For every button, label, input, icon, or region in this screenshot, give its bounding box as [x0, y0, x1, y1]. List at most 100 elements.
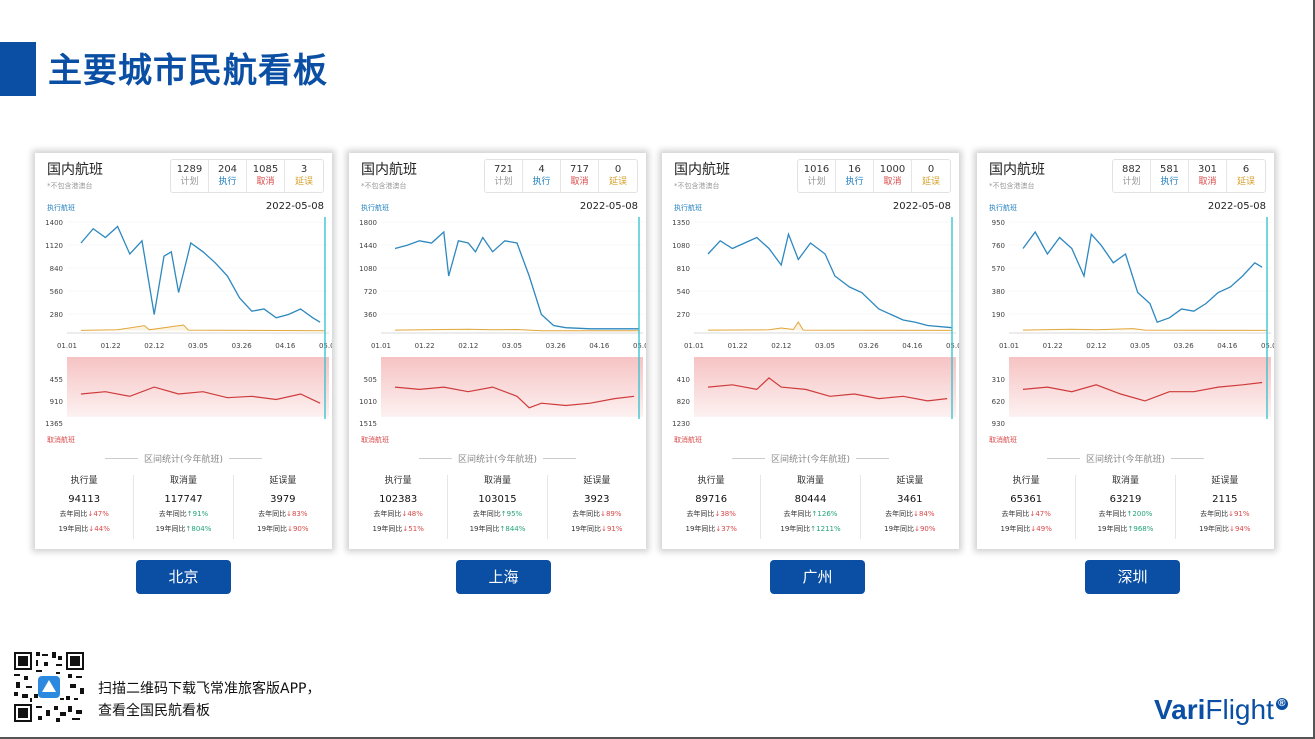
- y-tick-top: 810: [677, 265, 690, 273]
- yoy-label: 去年同比: [1098, 510, 1127, 518]
- city-card-2: 国内航班 *不包含港澳台 1016 计划 16 执行 1000 取消 0 延误 执行航班…: [662, 153, 959, 549]
- cancel-flights-label: 取消航班: [674, 436, 702, 444]
- qr-code[interactable]: [12, 650, 86, 724]
- flight-trend-chart: 950 760 570 380 190 01.01 01.22 02.12 03.05 03.26…: [992, 217, 1274, 428]
- stat-plan: 721 计划: [485, 160, 523, 192]
- flight-trend-chart: 1800 1440 1080 720 360 01.01 01.22 02.12 03.05 03…: [359, 217, 646, 428]
- y-tick-top: 950: [992, 219, 1005, 227]
- x-tick: 03.26: [546, 342, 567, 350]
- cancel-area-bg: [694, 357, 956, 417]
- cancel-flights-label: 取消航班: [361, 436, 389, 444]
- x-tick: 03.05: [188, 342, 208, 350]
- metric-yoy: 去年同比↓84%: [861, 507, 959, 522]
- cancel-flights-label: 取消航班: [989, 436, 1017, 444]
- stat-exec-value: 4: [538, 164, 545, 175]
- stat-cancel: 301 取消: [1189, 160, 1227, 192]
- stat-delay-value: 0: [614, 164, 622, 175]
- range-metrics: 执行量 94113 去年同比↓47% 19年同比↓44% 取消量 117747 去…: [35, 475, 332, 539]
- metric-header: 取消量: [169, 476, 197, 486]
- y19-value: 49%: [1036, 525, 1052, 533]
- metric-header: 延误量: [1211, 476, 1239, 486]
- metric-m_delay: 延误量 3461 去年同比↓84% 19年同比↓90%: [861, 475, 959, 539]
- y-tick-top: 760: [992, 242, 1005, 250]
- metric-y19: 19年同比↓49%: [977, 522, 1075, 537]
- stat-plan: 1289 计划: [171, 160, 209, 192]
- x-tick: 01.01: [999, 342, 1019, 350]
- x-tick: 02.12: [458, 342, 478, 350]
- range-stats-text: 区间统计(今年航班): [764, 455, 857, 465]
- y-tick-bottom: 910: [50, 398, 63, 406]
- metric-yoy: 去年同比↑200%: [1076, 507, 1174, 522]
- delay-line: [707, 321, 953, 331]
- stat-plan-label: 计划: [494, 177, 513, 187]
- stat-exec-label: 执行: [1160, 177, 1179, 187]
- y-tick-top: 1800: [359, 219, 377, 227]
- flight-stats: 1289 计划 204 执行 1085 取消 3 延误: [170, 159, 324, 193]
- metric-header: 执行量: [697, 476, 725, 486]
- x-tick: 01.01: [684, 342, 704, 350]
- metric-m_exec: 执行量 65361 去年同比↓47% 19年同比↓49%: [977, 475, 1077, 539]
- y-tick-top: 280: [50, 311, 63, 319]
- flight-stats: 882 计划 581 执行 301 取消 6 延误: [1112, 159, 1266, 193]
- y-tick-top: 1080: [672, 242, 690, 250]
- y-tick-bottom: 505: [364, 376, 377, 384]
- y-tick-bottom: 820: [677, 398, 690, 406]
- flight-stats: 1016 计划 16 执行 1000 取消 0 延误: [797, 159, 951, 193]
- y-tick-top: 380: [992, 288, 1005, 296]
- city-button-2[interactable]: 广州: [770, 560, 865, 594]
- metric-value: 63219: [1109, 494, 1142, 505]
- variflight-logo: VariFlight ®: [1154, 694, 1288, 726]
- delay-line: [80, 324, 326, 332]
- cancel-area-bg: [67, 357, 329, 417]
- metric-y19: 19年同比↓44%: [35, 522, 133, 537]
- metric-y19: 19年同比↓91%: [548, 522, 646, 537]
- city-button-1[interactable]: 上海: [456, 560, 551, 594]
- stat-plan-label: 计划: [1122, 177, 1141, 187]
- range-stats-text: 区间统计(今年航班): [451, 455, 544, 465]
- x-tick: 02.12: [1086, 342, 1106, 350]
- stat-exec: 581 执行: [1151, 160, 1189, 192]
- city-card-0: 国内航班 *不包含港澳台 1289 计划 204 执行 1085 取消 3 延误 执行航…: [35, 153, 332, 549]
- metric-yoy: 去年同比↑126%: [761, 507, 859, 522]
- city-button-0[interactable]: 北京: [136, 560, 231, 594]
- y19-value: 804%: [191, 525, 212, 533]
- metric-header: 取消量: [483, 476, 511, 486]
- yoy-label: 去年同比: [686, 510, 715, 518]
- metric-yoy: 去年同比↓91%: [1176, 507, 1274, 522]
- y-tick-bottom: 1365: [45, 420, 63, 428]
- city-button-3[interactable]: 深圳: [1085, 560, 1180, 594]
- card-header: 国内航班 *不包含港澳台: [674, 161, 730, 191]
- yoy-label: 去年同比: [885, 510, 914, 518]
- y-tick-top: 360: [364, 311, 377, 319]
- logo-mark: ®: [1275, 698, 1288, 710]
- x-tick: 01.22: [415, 342, 435, 350]
- stat-exec-label: 执行: [218, 177, 237, 187]
- yoy-label: 去年同比: [1001, 510, 1030, 518]
- cancel-area-bg: [381, 357, 643, 417]
- stat-exec-value: 16: [848, 164, 861, 175]
- y-tick-bottom: 620: [992, 398, 1005, 406]
- range-stats-label: 区间统计(今年航班): [349, 452, 646, 465]
- y-tick-top: 190: [992, 311, 1005, 319]
- y19-value: 94%: [1234, 525, 1251, 533]
- y19-value: 968%: [1133, 525, 1154, 533]
- metric-yoy: 去年同比↓89%: [548, 507, 646, 522]
- x-tick: 01.22: [101, 342, 121, 350]
- metric-y19: 19年同比↑804%: [134, 522, 232, 537]
- x-tick: 03.26: [1174, 342, 1195, 350]
- metric-y19: 19年同比↓94%: [1176, 522, 1274, 537]
- yoy-value: 91%: [1233, 510, 1250, 518]
- stat-plan-value: 1289: [176, 164, 203, 175]
- y-tick-top: 570: [992, 265, 1005, 273]
- metric-yoy: 去年同比↓47%: [35, 507, 133, 522]
- yoy-value: 47%: [1035, 510, 1051, 518]
- y19-label: 19年同比: [372, 525, 403, 533]
- yoy-label: 去年同比: [783, 510, 812, 518]
- metric-m_exec: 执行量 89716 去年同比↓38% 19年同比↓37%: [662, 475, 762, 539]
- x-tick: 01.01: [371, 342, 391, 350]
- metric-value: 94113: [68, 494, 101, 505]
- metric-value: 3461: [897, 494, 923, 505]
- metric-value: 3923: [584, 494, 610, 505]
- y19-value: 1211%: [816, 525, 841, 533]
- metric-m_cancel: 取消量 80444 去年同比↑126% 19年同比↑1211%: [761, 475, 861, 539]
